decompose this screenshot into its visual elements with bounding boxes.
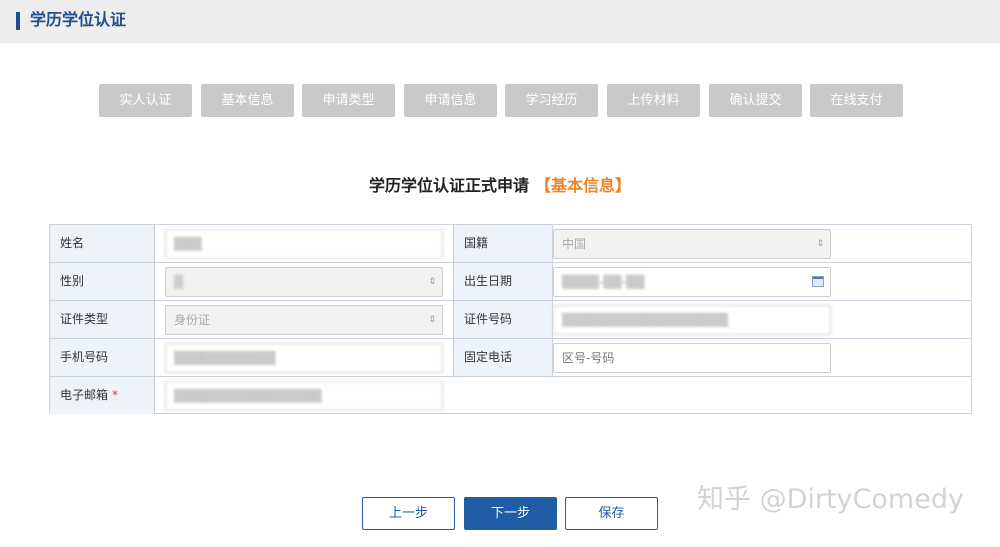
landline-input[interactable]: 区号-号码 [553, 343, 831, 373]
mobile-input[interactable]: ▒▒▒▒▒▒▒▒▒▒▒ [165, 343, 443, 373]
landline-label: 固定电话 [453, 339, 553, 376]
nationality-label: 国籍 [453, 225, 553, 262]
form-row-name: 姓名 ▒▒▒ 国籍 中国 ⇕ [50, 225, 971, 263]
id-type-value: 身份证 [174, 313, 211, 327]
select-arrow-icon: ⇕ [816, 239, 824, 249]
step-apply-type[interactable]: 申请类型 [302, 84, 395, 117]
form-heading-highlight: 【基本信息】 [535, 176, 632, 195]
id-type-select[interactable]: 身份证 ⇕ [165, 305, 443, 335]
gender-label: 性别 [50, 263, 155, 300]
form-row-id-type: 证件类型 身份证 ⇕ 证件号码 ▒▒▒▒▒▒▒▒▒▒▒▒▒▒▒▒▒▒ [50, 300, 971, 338]
mobile-label: 手机号码 [50, 339, 155, 376]
id-type-label: 证件类型 [50, 301, 155, 338]
form-row-gender: 性别 ▒ ⇕ 出生日期 ▒▒▒▒-▒▒-▒▒ [50, 262, 971, 300]
name-input[interactable]: ▒▒▒ [165, 229, 443, 259]
page-title: 学历学位认证 [30, 10, 127, 29]
step-confirm-submit[interactable]: 确认提交 [709, 84, 802, 117]
nationality-select[interactable]: 中国 ⇕ [553, 229, 831, 259]
form-row-mobile: 手机号码 ▒▒▒▒▒▒▒▒▒▒▒ 固定电话 区号-号码 [50, 338, 971, 376]
top-bar: 学历学位认证 [0, 0, 1000, 43]
birthdate-input[interactable]: ▒▒▒▒-▒▒-▒▒ [553, 267, 831, 297]
step-basic-info[interactable]: 基本信息 [201, 84, 294, 117]
id-number-input[interactable]: ▒▒▒▒▒▒▒▒▒▒▒▒▒▒▒▒▒▒ [553, 305, 831, 335]
select-arrow-icon: ⇕ [428, 315, 436, 325]
step-tabs: 实人认证 基本信息 申请类型 申请信息 学习经历 上传材料 确认提交 在线支付 [0, 84, 1000, 118]
step-upload-materials[interactable]: 上传材料 [607, 84, 700, 117]
email-input[interactable]: ▒▒▒▒▒▒▒▒▒▒▒▒▒▒▒▒ [165, 381, 443, 411]
name-label: 姓名 [50, 225, 155, 262]
form-heading: 学历学位认证正式申请 【基本信息】 [0, 176, 1000, 196]
select-arrow-icon: ⇕ [428, 277, 436, 287]
step-online-payment[interactable]: 在线支付 [810, 84, 903, 117]
form-heading-text: 学历学位认证正式申请 [368, 176, 529, 195]
gender-value: ▒ [174, 275, 184, 289]
previous-step-button[interactable]: 上一步 [362, 497, 455, 530]
step-apply-info[interactable]: 申请信息 [404, 84, 497, 117]
id-number-label: 证件号码 [453, 301, 553, 338]
email-label-text: 电子邮箱 [60, 388, 109, 402]
form-row-email: 电子邮箱 * ▒▒▒▒▒▒▒▒▒▒▒▒▒▒▒▒ [50, 376, 971, 414]
required-marker: * [112, 388, 119, 402]
step-study-history[interactable]: 学习经历 [505, 84, 598, 117]
birthdate-value: ▒▒▒▒-▒▒-▒▒ [562, 275, 645, 289]
title-accent-bar [16, 12, 20, 30]
watermark: 知乎 @DirtyComedy [697, 484, 964, 515]
nationality-value: 中国 [562, 237, 587, 251]
next-step-button[interactable]: 下一步 [464, 497, 557, 530]
email-label: 电子邮箱 * [50, 377, 155, 414]
save-button[interactable]: 保存 [565, 497, 658, 530]
basic-info-form: 姓名 ▒▒▒ 国籍 中国 ⇕ 性别 ▒ ⇕ 出生日期 ▒▒▒▒-▒▒-▒▒ 证件… [49, 224, 972, 414]
gender-select[interactable]: ▒ ⇕ [165, 267, 443, 297]
birthdate-label: 出生日期 [453, 263, 553, 300]
calendar-icon[interactable] [812, 276, 824, 287]
step-real-person-auth[interactable]: 实人认证 [99, 84, 192, 117]
